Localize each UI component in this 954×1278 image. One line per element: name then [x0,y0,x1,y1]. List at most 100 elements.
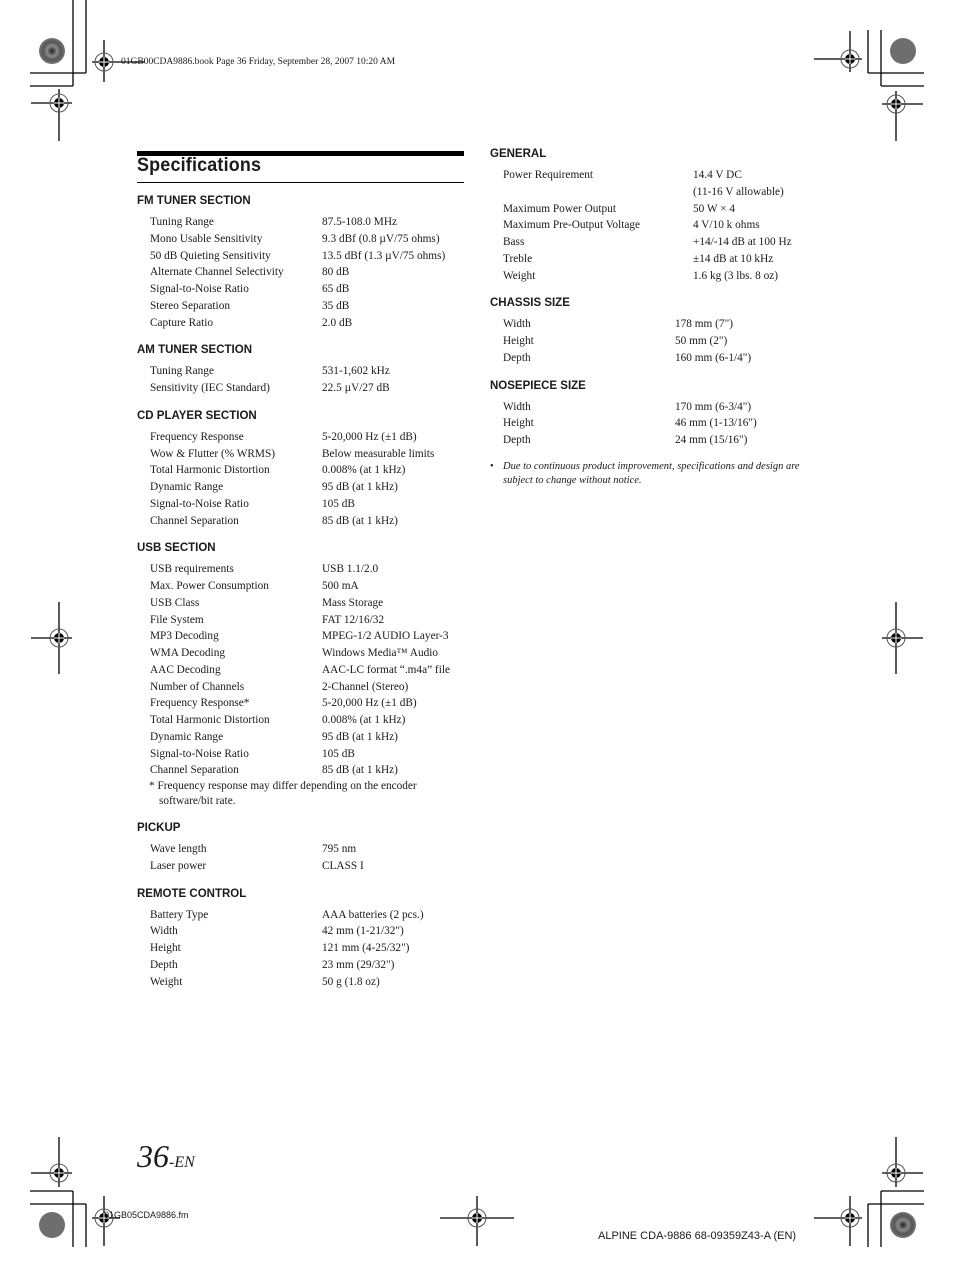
spec-value: +14/-14 dB at 100 Hz [693,236,792,248]
section-heading: CHASSIS SIZE [490,297,570,310]
spec-label: Tuning Range [150,216,214,228]
change-notice-text: Due to continuous product improvement, s… [503,460,800,486]
section-heading: NOSEPIECE SIZE [490,379,586,392]
spec-label: Signal-to-Noise Ratio [150,497,249,510]
spec-value: Mass Storage [322,596,384,609]
spec-row: Mono Usable Sensitivity 9.3 dBf (0.8 µV/7… [137,231,467,248]
spec-value: 80 dB [322,266,350,279]
left-column: FM TUNER SECTION Tuning Range 87.5-108.0 … [137,193,467,1001]
spec-row: USB Class Mass Storage [137,595,467,612]
usb-section: USB SECTION USB requirements USB 1.1/2.0 … [137,540,467,809]
spec-label: WMA Decoding [150,647,225,659]
spec-value: 531-1,602 kHz [322,365,390,378]
spec-label: Total Harmonic Distortion [150,714,270,726]
spec-row: Tuning Range 87.5-108.0 MHz [137,214,467,231]
spec-row: Height 46 mm (1-13/16") [490,415,820,432]
spec-label: 50 dB Quieting Sensitivity [150,249,271,262]
spec-value: Windows Media™ Audio [322,647,439,659]
spec-value: 1.6 kg (3 lbs. 8 oz) [693,269,779,282]
spec-row: Width 42 mm (1-21/32") [137,923,467,940]
change-notice: • Due to continuous product improvement,… [490,460,808,488]
spec-label: AAC Decoding [150,663,221,676]
spec-row: Treble ±14 dB at 10 kHz [490,251,820,268]
spec-value: 0.008% (at 1 kHz) [322,464,406,477]
section-heading: USB SECTION [137,542,216,555]
registration-mark-icon [814,1196,862,1246]
spec-row: Depth 160 mm (6-1/4") [490,350,820,367]
color-rosette-icon [890,38,916,64]
spec-label: Power Requirement [503,169,594,181]
spec-value: AAC-LC format “.m4a” file [322,663,450,676]
cd-player-section: CD PLAYER SECTION Frequency Response 5-20… [137,408,467,530]
book-file-header: 01GB00CDA9886.book Page 36 Friday, Septe… [121,57,396,67]
spec-label: Maximum Power Output [503,202,616,215]
spec-row: Wave length 795 nm [137,841,467,858]
section-heading: PICKUP [137,822,181,834]
spec-value: Below measurable limits [322,447,435,460]
model-code-footer: ALPINE CDA-9886 68-09359Z43-A (EN) [598,1230,797,1242]
page-title: Specifications [137,154,262,176]
spec-row: Weight 1.6 kg (3 lbs. 8 oz) [490,268,820,285]
page-number: 36-EN [137,1140,195,1172]
spec-row: Number of Channels 2-Channel (Stereo) [137,679,467,696]
registration-mark-icon [882,91,923,141]
spec-row: Wow & Flutter (% WRMS) Below measurable l… [137,446,467,463]
spec-value: (11-16 V allowable) [693,185,784,198]
spec-label: Stereo Separation [150,299,230,312]
crop-mark-top-right [867,30,924,87]
spec-label: Dynamic Range [150,730,224,743]
spec-value: 0.008% (at 1 kHz) [322,714,406,726]
spec-label: Depth [150,958,178,971]
spec-value: 160 mm (6-1/4") [675,351,752,364]
registration-mark-icon [882,602,923,674]
spec-value: 22.5 µV/27 dB [322,382,390,394]
fm-tuner-section: FM TUNER SECTION Tuning Range 87.5-108.0 … [137,193,467,331]
spec-row: Power Requirement 14.4 V DC [490,167,820,184]
spec-label: Sensitivity (IEC Standard) [150,382,270,394]
section-heading: FM TUNER SECTION [137,195,251,207]
registration-mark-icon [31,602,72,674]
color-rosette-icon [890,1212,916,1238]
registration-mark-icon [92,1196,120,1246]
remote-control-section: REMOTE CONTROL Battery Type AAA batteries… [137,886,467,991]
spec-label: Dynamic Range [150,481,224,493]
spec-label: Signal-to-Noise Ratio [150,283,249,295]
spec-label: Bass [503,236,525,248]
spec-row: Signal-to-Noise Ratio 105 dB [137,496,467,513]
spec-label: Wow & Flutter (% WRMS) [150,447,276,460]
section-heading: GENERAL [490,148,547,160]
spec-value: 2-Channel (Stereo) [322,680,409,693]
spec-row: Maximum Power Output 50 W × 4 [490,201,820,218]
registration-mark-icon [814,31,862,72]
spec-label: Weight [503,269,536,282]
spec-row: Dynamic Range 95 dB (at 1 kHz) [137,729,467,746]
spec-label: Treble [503,252,533,265]
spec-label: Frequency Response* [150,697,250,710]
spec-label: Width [503,318,531,331]
spec-row: Signal-to-Noise Ratio 105 dB [137,746,467,763]
bullet-icon: • [490,460,494,472]
page-number-suffix: -EN [169,1154,195,1171]
section-heading: CD PLAYER SECTION [137,409,257,422]
spec-value: 795 nm [322,843,357,855]
spec-value: 178 mm (7") [675,318,733,331]
chassis-size-section: CHASSIS SIZE Width 178 mm (7") Height 50 m… [490,295,820,366]
spec-row: Bass +14/-14 dB at 100 Hz [490,234,820,251]
spec-row: Height 121 mm (4-25/32") [137,940,467,957]
spec-label: Width [150,925,178,938]
spec-value: CLASS I [322,859,364,872]
spec-value: 95 dB (at 1 kHz) [322,730,398,743]
spec-label: Width [503,400,531,413]
spec-row: Channel Separation 85 dB (at 1 kHz) [137,513,467,530]
spec-row: AAC Decoding AAC-LC format “.m4a” file [137,662,467,679]
spec-label: Battery Type [150,908,209,921]
spec-label: Weight [150,975,183,988]
spec-value: 87.5-108.0 MHz [322,216,397,228]
spec-value: 50 mm (2") [675,335,728,347]
spec-row: Sensitivity (IEC Standard) 22.5 µV/27 dB [137,380,467,397]
general-section: GENERAL Power Requirement 14.4 V DC (11-1… [490,146,820,284]
spec-value: 50 g (1.8 oz) [322,975,380,988]
title-underline [137,182,464,183]
registration-mark-icon [440,1196,514,1246]
spec-value: 23 mm (29/32") [322,958,395,971]
